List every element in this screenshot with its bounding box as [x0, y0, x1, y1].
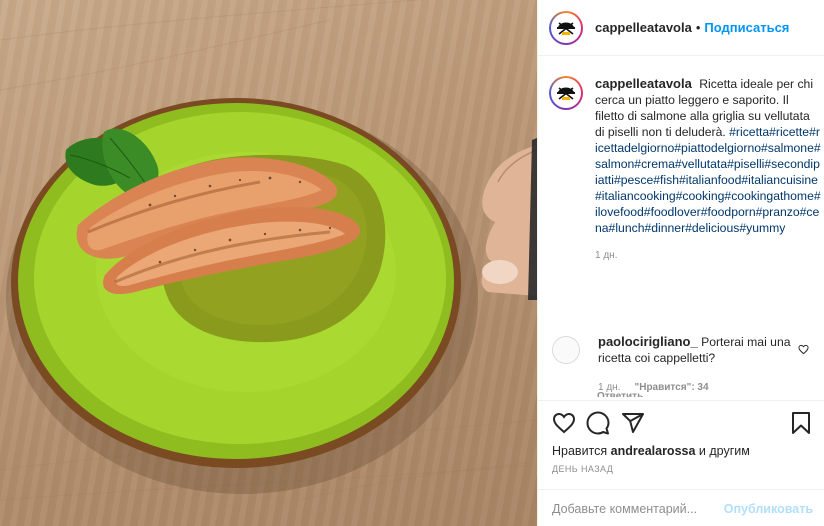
author-avatar[interactable]: [549, 10, 583, 45]
action-icons: [550, 411, 813, 437]
post-date[interactable]: ДЕНЬ НАЗАД: [552, 464, 613, 474]
food-photo-illustration: [0, 0, 537, 501]
cappelleatavola-logo-icon: [554, 81, 578, 105]
post-photo[interactable]: [0, 0, 537, 526]
caption-hashtags[interactable]: #ricetta#ricette#ricettadelgiorno#piatto…: [595, 125, 821, 235]
caption-author-username[interactable]: cappelleatavola: [595, 76, 692, 91]
caption-body: cappelleatavola Ricetta ideale per chi c…: [595, 76, 821, 236]
caption-author-avatar[interactable]: [549, 76, 583, 110]
post-caption: cappelleatavola Ricetta ideale per chi c…: [549, 76, 821, 261]
publish-button[interactable]: Опубликовать: [724, 502, 813, 516]
cappelleatavola-logo-icon: [554, 15, 578, 40]
heart-icon[interactable]: [552, 411, 576, 435]
likes-suffix[interactable]: и другим: [699, 444, 750, 458]
likes-prefix: Нравится: [552, 444, 608, 458]
comment-item: paolocirigliano_ Porterai mai una ricett…: [549, 334, 821, 397]
add-comment-bar: Опубликовать: [538, 489, 824, 526]
likes-summary: Нравится andrealarossa и другим: [552, 444, 750, 458]
post-side-panel: cappelleatavola • Подписаться cappelleat…: [537, 0, 824, 526]
caption-timestamp[interactable]: 1 дн.: [595, 250, 821, 261]
author-username[interactable]: cappelleatavola: [595, 20, 692, 35]
comment-input[interactable]: [552, 501, 724, 516]
separator-dot: •: [695, 20, 701, 35]
like-comment-icon[interactable]: [798, 344, 809, 355]
commenter-username[interactable]: paolocirigliano_: [598, 334, 698, 349]
follow-button[interactable]: Подписаться: [704, 20, 789, 35]
comment-reply-button[interactable]: Ответить: [597, 391, 643, 397]
likes-user[interactable]: andrealarossa: [611, 444, 696, 458]
comment-icon[interactable]: [586, 411, 610, 435]
share-icon[interactable]: [621, 411, 645, 435]
bookmark-icon[interactable]: [789, 411, 813, 435]
post-actions: Нравится andrealarossa и другим ДЕНЬ НАЗ…: [538, 400, 824, 526]
post-header: cappelleatavola • Подписаться: [538, 0, 824, 56]
commenter-avatar[interactable]: [552, 336, 580, 364]
comment-likes[interactable]: "Нравится": 34: [634, 380, 708, 396]
